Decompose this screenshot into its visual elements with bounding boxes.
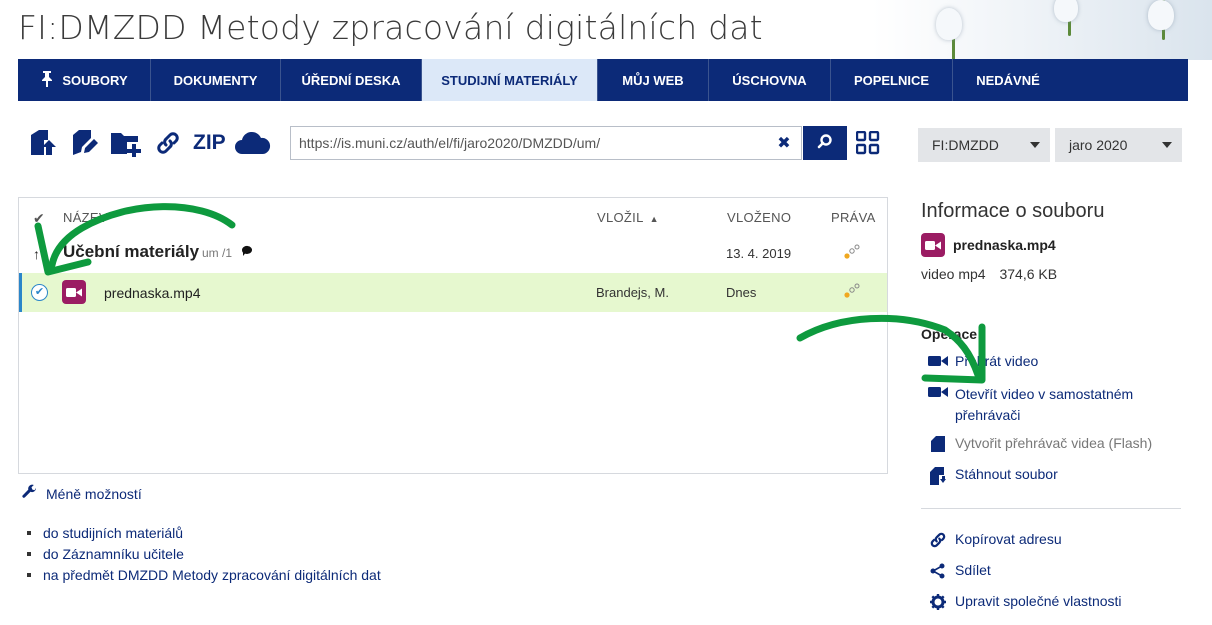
op-download-file[interactable]: Stáhnout soubor [921, 466, 1058, 485]
caret-down-icon [1030, 142, 1040, 148]
download-file-icon [921, 466, 955, 485]
column-author-header[interactable]: Vložil ▲ [597, 210, 659, 225]
nav-item-soubory[interactable]: Soubory [18, 59, 151, 101]
header-decoration [872, 0, 1212, 60]
action-copy-address[interactable]: Kopírovat adresu [921, 531, 1062, 548]
bottom-links: do studijních materiálů do Záznamníku uč… [27, 525, 381, 588]
link-icon [921, 531, 955, 548]
video-camera-icon [921, 353, 955, 368]
caret-down-icon [1162, 142, 1172, 148]
zip-button[interactable]: ZIP [193, 131, 226, 155]
main-nav: Soubory Dokumenty Úřední deska Studijní … [18, 59, 1188, 101]
term-select[interactable]: jaro 2020 [1055, 128, 1182, 162]
column-name-header[interactable]: Název [63, 210, 108, 225]
nav-item-studijni-materialy[interactable]: Studijní materiály [422, 59, 598, 101]
file-list-panel: ✔ Název Vložil ▲ Vloženo Práva ↑ Učební m… [18, 197, 888, 474]
edit-file-icon[interactable] [67, 126, 101, 160]
less-options-link[interactable]: Méně možností [22, 484, 142, 503]
link-course[interactable]: na předmět DMZDD Metody zpracování digit… [27, 567, 381, 583]
file-author: Brandejs, M. [596, 285, 669, 300]
share-icon [921, 562, 955, 579]
info-title: Informace o souboru [921, 200, 1105, 222]
pin-icon [40, 70, 54, 90]
op-play-video[interactable]: Přehrát video [921, 353, 1038, 369]
video-file-icon [921, 233, 945, 257]
upload-file-icon[interactable] [25, 126, 59, 160]
op-open-video-player[interactable]: Otevřít video v samostatném přehrávači [921, 384, 1161, 426]
url-field: ✖ [290, 126, 802, 160]
rights-icon[interactable] [843, 244, 861, 265]
video-camera-icon [921, 384, 955, 399]
nav-item-popelnice[interactable]: Popelnice [831, 59, 953, 101]
nav-item-muj-web[interactable]: Můj web [598, 59, 709, 101]
link-icon[interactable] [151, 126, 185, 160]
new-folder-icon[interactable] [109, 126, 143, 160]
url-input[interactable] [291, 127, 767, 159]
operations-heading: Operace [921, 326, 978, 342]
parent-folder-row[interactable]: ↑ Učební materiály um /1 13. 4. 2019 [19, 236, 887, 272]
nav-item-uschovna[interactable]: Úschovna [709, 59, 831, 101]
file-info-panel: Informace o souboru prednaska.mp4 video … [921, 200, 1183, 610]
info-file-name: prednaska.mp4 [953, 237, 1056, 253]
file-name[interactable]: prednaska.mp4 [104, 285, 201, 301]
nav-item-dokumenty[interactable]: Dokumenty [151, 59, 281, 101]
rights-icon[interactable] [843, 283, 861, 304]
column-rights-header[interactable]: Práva [831, 210, 876, 225]
link-study-materials[interactable]: do studijních materiálů [27, 525, 381, 541]
file-row[interactable]: ✔ prednaska.mp4 Brandejs, M. Dnes [19, 273, 887, 312]
info-file-meta: video mp4 374,6 KB [921, 266, 1058, 282]
search-button[interactable] [803, 126, 847, 160]
file-date: Dnes [726, 285, 757, 300]
cloud-icon[interactable] [232, 126, 272, 160]
grid-view-icon[interactable] [855, 130, 880, 155]
column-date-header[interactable]: Vloženo [727, 210, 791, 225]
link-teacher-notebook[interactable]: do Záznamníku učitele [27, 546, 381, 562]
parent-folder-date: 13. 4. 2019 [726, 246, 792, 261]
course-select[interactable]: FI:DMZDD [918, 128, 1050, 162]
parent-folder-meta: um /1 [202, 246, 233, 260]
nav-item-uredni-deska[interactable]: Úřední deska [281, 59, 422, 101]
select-all-icon[interactable]: ✔ [33, 210, 45, 227]
op-create-flash-player[interactable]: Vytvořit přehrávač videa (Flash) [921, 435, 1152, 452]
action-edit-properties[interactable]: Upravit společné vlastnosti [921, 593, 1122, 610]
gear-icon [921, 593, 955, 610]
page-title: FI:DMZDD Metody zpracování digitálních d… [18, 8, 763, 47]
divider [921, 508, 1181, 509]
clear-icon[interactable]: ✖ [767, 133, 801, 153]
video-file-icon [62, 280, 86, 304]
comment-icon [241, 244, 253, 262]
wrench-icon [22, 484, 38, 503]
sort-asc-icon: ▲ [649, 214, 659, 224]
parent-folder-name: Učební materiály [63, 242, 200, 261]
parent-up-icon: ↑ [33, 246, 40, 262]
search-icon [817, 133, 833, 154]
row-checkbox[interactable]: ✔ [31, 284, 48, 301]
info-file-name-row: prednaska.mp4 [921, 233, 1056, 257]
nav-item-nedavne[interactable]: Nedávné [953, 59, 1063, 101]
document-icon [921, 435, 955, 452]
toolbar: ZIP [25, 126, 280, 160]
action-share[interactable]: Sdílet [921, 562, 991, 579]
